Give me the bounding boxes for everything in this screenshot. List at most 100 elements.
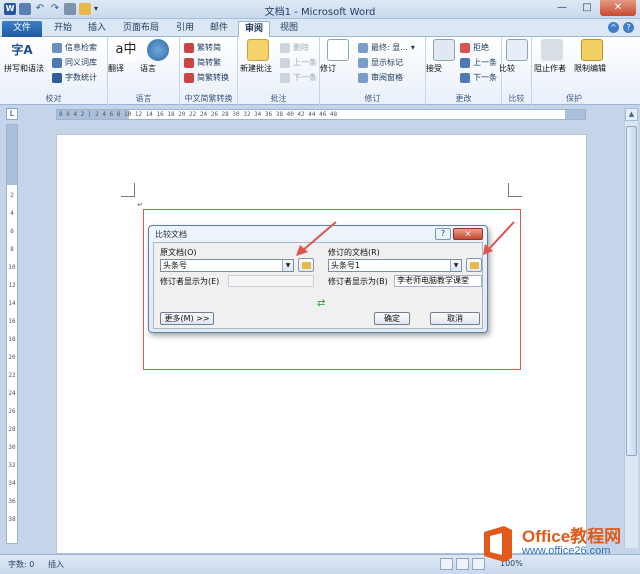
- display-for-review-dropdown[interactable]: 最终: 显... ▾: [358, 41, 415, 54]
- tab-page-layout[interactable]: 页面布局: [116, 21, 166, 37]
- scroll-up-arrow-icon[interactable]: ▲: [625, 108, 638, 121]
- tab-references[interactable]: 引用: [170, 21, 200, 37]
- lock-icon: [581, 39, 603, 61]
- horizontal-ruler[interactable]: 8 6 4 2 | 2 4 6 8 10 12 14 16 18 20 22 2…: [56, 109, 586, 120]
- language-button[interactable]: 语言: [140, 39, 176, 73]
- tab-file[interactable]: 文件: [2, 21, 42, 37]
- restrict-editing-button[interactable]: 限制编辑: [574, 39, 610, 73]
- vertical-ruler-tick: 4: [10, 210, 14, 217]
- track-changes-icon: [327, 39, 349, 61]
- vertical-ruler-tick: 28: [8, 426, 16, 433]
- ribbon-help-area: ^ ?: [608, 22, 634, 33]
- group-protect: 阻止作者 限制编辑 保护: [532, 37, 616, 105]
- thesaurus-icon: [52, 57, 62, 68]
- chevron-down-icon[interactable]: ▼: [450, 260, 461, 271]
- title-bar: W ↶ ↷ ▾ 文档1 - Microsoft Word — □ ✕: [0, 0, 640, 19]
- window-title: 文档1 - Microsoft Word: [264, 7, 376, 18]
- revised-author-field[interactable]: 李老师电脑教学课堂: [394, 275, 482, 287]
- word-count-status[interactable]: 字数: 0: [8, 559, 34, 570]
- translate-button[interactable]: a中 翻译: [108, 39, 144, 73]
- scroll-thumb[interactable]: [626, 126, 637, 456]
- convert-button[interactable]: 简繁转换: [184, 71, 229, 84]
- prev-comment-button[interactable]: 上一条: [280, 56, 317, 69]
- vertical-ruler-tick: 6: [10, 228, 14, 235]
- vertical-scrollbar[interactable]: ▲: [624, 108, 638, 548]
- vertical-ruler-tick: 38: [8, 516, 16, 523]
- next-change-button[interactable]: 下一条: [460, 71, 497, 84]
- revised-document-combo[interactable]: 头条号1 ▼: [328, 259, 462, 272]
- delete-comment-button[interactable]: 删除: [280, 41, 309, 54]
- vertical-ruler[interactable]: 2 4 6 8 10 12 14 16 18 20 22 24 26 28 30 32 34 36 38: [6, 124, 18, 544]
- to-traditional-button[interactable]: 简转繁: [184, 56, 221, 69]
- vertical-ruler-tick: 14: [8, 300, 16, 307]
- convert-icon: [184, 72, 194, 83]
- collapse-ribbon-icon[interactable]: ^: [608, 22, 619, 33]
- show-markup-button[interactable]: 显示标记: [358, 56, 403, 69]
- insert-mode-status[interactable]: 插入: [48, 559, 64, 570]
- vertical-ruler-tick: 36: [8, 498, 16, 505]
- ruler-row: L 8 6 4 2 | 2 4 6 8 10 12 14 16 18 20 22…: [0, 106, 640, 122]
- tab-insert[interactable]: 插入: [82, 21, 112, 37]
- block-authors-icon: [541, 39, 563, 61]
- spelling-grammar-button[interactable]: 字A 拼写和语法: [4, 39, 44, 73]
- vertical-ruler-tick: 24: [8, 390, 16, 397]
- full-screen-view-icon[interactable]: [456, 558, 469, 570]
- original-author-field[interactable]: [228, 275, 314, 287]
- track-changes-button[interactable]: 修订: [320, 39, 356, 73]
- document-page[interactable]: ↵: [56, 134, 587, 554]
- tab-selector[interactable]: L: [6, 108, 18, 120]
- watermark-url: www.office26.com: [522, 545, 611, 557]
- tab-review[interactable]: 审阅: [238, 21, 270, 37]
- browse-original-button[interactable]: [298, 258, 314, 272]
- accept-button[interactable]: 接受: [426, 39, 462, 73]
- browse-revised-button[interactable]: [466, 258, 482, 272]
- vertical-ruler-tick: 12: [8, 282, 16, 289]
- tab-home[interactable]: 开始: [48, 21, 78, 37]
- accept-icon: [433, 39, 455, 61]
- prev-change-button[interactable]: 上一条: [460, 56, 497, 69]
- crop-mark-right: [508, 183, 522, 197]
- new-comment-icon: [247, 39, 269, 61]
- maximize-button[interactable]: □: [575, 0, 599, 16]
- cancel-button[interactable]: 取消: [430, 312, 480, 325]
- compare-button[interactable]: 比较: [499, 39, 535, 73]
- to-simplified-button[interactable]: 繁转简: [184, 41, 221, 54]
- ok-button[interactable]: 确定: [374, 312, 410, 325]
- chevron-down-icon: ▾: [410, 43, 415, 52]
- vertical-ruler-tick: 26: [8, 408, 16, 415]
- print-layout-view-icon[interactable]: [440, 558, 453, 570]
- folder-icon: [302, 262, 311, 269]
- original-document-combo[interactable]: 头条号 ▼: [160, 259, 294, 272]
- tab-mailings[interactable]: 邮件: [204, 21, 234, 37]
- show-markup-icon: [358, 57, 368, 68]
- vertical-ruler-tick: 8: [10, 246, 14, 253]
- dialog-help-button[interactable]: ?: [435, 228, 451, 240]
- group-proofing: 字A 拼写和语法 信息检索 同义词库 字数统计 校对: [0, 37, 108, 105]
- next-comment-button[interactable]: 下一条: [280, 71, 317, 84]
- window-controls: — □ ✕: [550, 0, 636, 16]
- dialog-title: 比较文档: [155, 230, 187, 239]
- delete-comment-icon: [280, 42, 290, 53]
- swap-documents-icon[interactable]: ⇄: [317, 298, 325, 309]
- vertical-ruler-tick: 18: [8, 336, 16, 343]
- spelling-icon: 字A: [11, 39, 33, 61]
- vertical-ruler-ticks: 2 4 6 8 10 12 14 16 18 20 22 24 26 28 30 32 34 36 38: [7, 187, 17, 529]
- site-watermark: Office教程网 www.office26.com: [474, 520, 640, 574]
- close-window-button[interactable]: ✕: [600, 0, 636, 16]
- right-margin-area: [565, 110, 585, 119]
- minimize-button[interactable]: —: [550, 0, 574, 16]
- thesaurus-button[interactable]: 同义词库: [52, 56, 97, 69]
- vertical-ruler-tick: 30: [8, 444, 16, 451]
- more-button[interactable]: 更多(M) >>: [160, 312, 214, 325]
- vertical-ruler-tick: 32: [8, 462, 16, 469]
- chevron-down-icon[interactable]: ▼: [282, 260, 293, 271]
- reject-button[interactable]: 拒绝: [460, 41, 489, 54]
- tab-view[interactable]: 视图: [274, 21, 304, 37]
- vertical-ruler-tick: 34: [8, 480, 16, 487]
- word-count-button[interactable]: 字数统计: [52, 71, 97, 84]
- help-icon[interactable]: ?: [623, 22, 634, 33]
- block-authors-button[interactable]: 阻止作者: [534, 39, 570, 73]
- new-comment-button[interactable]: 新建批注: [240, 39, 276, 73]
- research-button[interactable]: 信息检索: [52, 41, 97, 54]
- reviewing-pane-button[interactable]: 审阅窗格: [358, 71, 403, 84]
